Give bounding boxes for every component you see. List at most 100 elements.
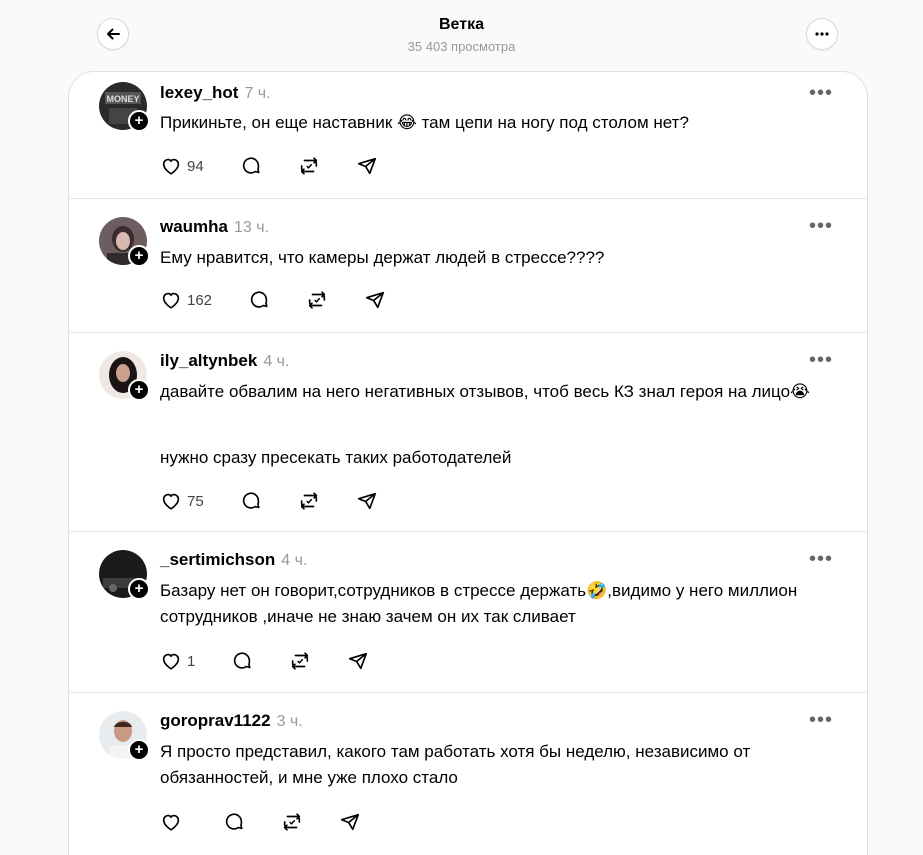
post-time: 3 ч. — [276, 713, 303, 730]
post-text-part: Я просто представил, какого там работать… — [160, 742, 751, 787]
post-time: 13 ч. — [234, 219, 270, 236]
repost-button[interactable] — [281, 811, 303, 833]
reply-button[interactable] — [240, 490, 262, 512]
comment-icon — [242, 157, 260, 174]
send-icon — [349, 652, 368, 670]
post-time: 7 ч. — [244, 85, 271, 102]
like-count: 162 — [187, 291, 213, 309]
heart-icon — [162, 653, 180, 670]
heart-icon — [162, 814, 180, 831]
post-text-second-paragraph: нужно сразу пресекать таких работодателе… — [160, 445, 840, 471]
share-button[interactable] — [356, 155, 378, 177]
send-icon — [340, 813, 360, 831]
action-bar: 162 — [160, 288, 422, 312]
username[interactable]: waumha — [160, 217, 228, 236]
page-title: Ветка — [439, 16, 484, 33]
like-button[interactable]: 162 — [160, 289, 212, 311]
share-button[interactable] — [347, 650, 369, 672]
post-text-part: там цепи на ногу под столом нет? — [416, 113, 689, 132]
repost-button[interactable] — [306, 289, 328, 311]
post-text: Прикиньте, он еще наставник 😂 там цепи н… — [160, 110, 840, 136]
reply-post: + goroprav1122 3 ч. ••• Я просто представ… — [69, 693, 867, 855]
repost-button[interactable] — [298, 490, 320, 512]
action-bar — [160, 810, 397, 834]
post-text-part: Базару нет он говорит,сотрудников в стре… — [160, 581, 587, 600]
laughing-emoji-icon: 😂 — [396, 113, 417, 132]
action-bar: 1 — [160, 649, 405, 673]
follow-plus-icon[interactable]: + — [128, 578, 150, 600]
send-icon — [357, 492, 376, 510]
repost-button[interactable] — [289, 650, 311, 672]
repost-button[interactable] — [298, 155, 320, 177]
repost-icon — [292, 652, 309, 670]
follow-plus-icon[interactable]: + — [128, 739, 150, 761]
repost-icon — [300, 157, 317, 175]
action-bar: 94 — [160, 154, 414, 178]
more-icon[interactable]: ••• — [809, 349, 833, 372]
post-text: давайте обвалим на него негативных отзыв… — [160, 379, 820, 405]
post-time: 4 ч. — [263, 353, 290, 370]
thread-header: Ветка 35 403 просмотра — [0, 0, 923, 72]
more-horizontal-icon — [815, 32, 829, 36]
follow-plus-icon[interactable]: + — [128, 379, 150, 401]
like-count: 75 — [187, 492, 204, 510]
comment-icon — [225, 813, 243, 830]
avatar[interactable]: + — [99, 711, 150, 761]
comment-icon — [242, 492, 260, 509]
share-button[interactable] — [356, 490, 378, 512]
comment-icon — [250, 291, 268, 308]
thread-card: MONEY + lexey_hot 7 ч. ••• Прикиньте, он … — [68, 71, 868, 855]
like-button[interactable]: 94 — [160, 155, 204, 177]
post-time: 4 ч. — [281, 552, 308, 569]
avatar[interactable]: MONEY + — [99, 82, 150, 132]
reply-post: + _sertimichson 4 ч. ••• Базару нет он го… — [69, 532, 867, 693]
username[interactable]: goroprav1122 — [160, 711, 271, 730]
repost-icon — [283, 813, 301, 831]
reply-button[interactable] — [248, 289, 270, 311]
avatar[interactable]: + — [99, 351, 150, 401]
send-icon — [357, 157, 376, 175]
repost-icon — [300, 492, 317, 510]
reply-post: MONEY + lexey_hot 7 ч. ••• Прикиньте, он … — [69, 72, 867, 199]
heart-icon — [162, 292, 180, 309]
like-count: 1 — [187, 652, 196, 670]
reply-post: + ily_altynbek 4 ч. ••• давайте обвалим н… — [69, 333, 867, 532]
post-text: Ему нравится, что камеры держат людей в … — [160, 245, 840, 271]
rofl-emoji-icon: 🤣 — [586, 581, 608, 600]
like-button[interactable]: 1 — [160, 650, 195, 672]
share-button[interactable] — [339, 811, 361, 833]
more-icon[interactable]: ••• — [809, 82, 833, 105]
share-button[interactable] — [364, 289, 386, 311]
like-button[interactable]: 75 — [160, 490, 204, 512]
follow-plus-icon[interactable]: + — [128, 245, 150, 267]
more-icon[interactable]: ••• — [809, 215, 833, 238]
reply-button[interactable] — [240, 155, 262, 177]
avatar[interactable]: + — [99, 550, 150, 600]
send-icon — [365, 291, 385, 309]
repost-icon — [308, 291, 326, 309]
more-icon[interactable]: ••• — [809, 548, 833, 571]
username[interactable]: ily_altynbek — [160, 351, 257, 370]
svg-text:MONEY: MONEY — [106, 94, 139, 104]
comment-icon — [234, 652, 251, 669]
reply-button[interactable] — [223, 811, 245, 833]
more-icon[interactable]: ••• — [809, 709, 833, 732]
reply-post: + waumha 13 ч. ••• Ему нравится, что каме… — [69, 199, 867, 333]
crying-emoji-icon: 😭 — [790, 382, 810, 401]
like-count: 94 — [187, 157, 204, 175]
avatar[interactable]: + — [99, 217, 150, 267]
post-text-part: нужно сразу пресекать таких работодателе… — [160, 448, 512, 467]
username[interactable]: lexey_hot — [160, 83, 238, 102]
like-button[interactable] — [160, 811, 187, 833]
action-bar: 75 — [160, 489, 414, 513]
username[interactable]: _sertimichson — [160, 550, 275, 569]
follow-plus-icon[interactable]: + — [128, 110, 150, 132]
post-text: Базару нет он говорит,сотрудников в стре… — [160, 578, 800, 630]
post-text-part: Ему нравится, что камеры держат людей в … — [160, 248, 605, 267]
view-count: 35 403 просмотра — [407, 39, 516, 54]
more-options-button[interactable] — [806, 18, 838, 50]
post-text-part: давайте обвалим на него негативных отзыв… — [160, 382, 791, 401]
heart-icon — [162, 158, 180, 175]
reply-button[interactable] — [231, 650, 253, 672]
post-text-part: Прикиньте, он еще наставник — [160, 113, 397, 132]
